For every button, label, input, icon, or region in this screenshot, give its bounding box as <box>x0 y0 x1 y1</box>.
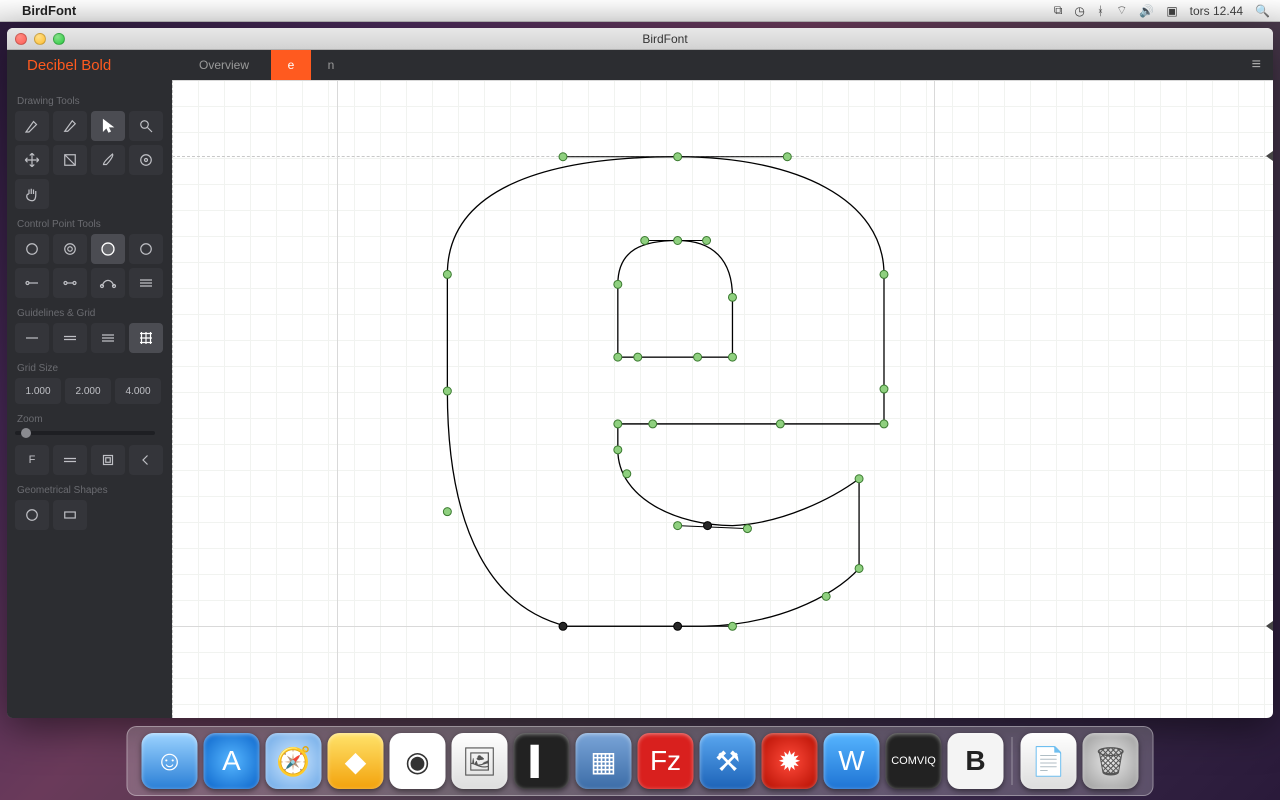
spotlight-icon[interactable]: 🔍 <box>1255 4 1270 18</box>
menubar-clock[interactable]: tors 12.44 <box>1190 4 1243 18</box>
dock-wifi[interactable]: COMVIQ <box>886 733 942 789</box>
tab-glyph-e[interactable]: e <box>271 50 311 80</box>
dock-mission[interactable]: ▦ <box>576 733 632 789</box>
dock-finder[interactable]: ☺ <box>142 733 198 789</box>
grid-size-2[interactable]: 2.000 <box>65 378 111 404</box>
hand-tool[interactable] <box>15 179 49 209</box>
handle-tool-d[interactable] <box>129 268 163 298</box>
window-titlebar[interactable]: BirdFont <box>7 28 1273 50</box>
hamburger-icon[interactable]: ≡ <box>1240 50 1273 80</box>
dock-shapes[interactable]: ◆ <box>328 733 384 789</box>
shape-rect[interactable] <box>53 500 87 530</box>
zoom-button[interactable] <box>53 33 65 45</box>
dock-birdfont[interactable]: B <box>948 733 1004 789</box>
minimize-button[interactable] <box>34 33 46 45</box>
node-mode-b[interactable] <box>53 234 87 264</box>
section-control-point-tools: Control Point Tools <box>17 219 164 230</box>
notification-icon[interactable]: ⧉ <box>1054 3 1063 18</box>
clock-icon[interactable]: ◷ <box>1074 4 1084 18</box>
node-mode-d[interactable] <box>129 234 163 264</box>
grid-toggle[interactable] <box>129 323 163 353</box>
zoom-tool-d[interactable] <box>129 445 163 475</box>
shape-circle[interactable] <box>15 500 49 530</box>
close-button[interactable] <box>15 33 27 45</box>
guide-tool-b[interactable] <box>53 323 87 353</box>
zoom-tool-c[interactable] <box>91 445 125 475</box>
tools-sidebar: Drawing Tools Control Point Tools <box>7 80 172 718</box>
dock-safari[interactable]: 🧭 <box>266 733 322 789</box>
wifi-icon[interactable]: ⌔ <box>1116 3 1127 18</box>
dock-terminal[interactable]: ▍ <box>514 733 570 789</box>
tab-glyph-n[interactable]: n <box>311 50 351 80</box>
move-tool[interactable] <box>15 145 49 175</box>
handle-tool-c[interactable] <box>91 268 125 298</box>
grid-size-1[interactable]: 1.000 <box>15 378 61 404</box>
battery-icon[interactable]: ▣ <box>1166 4 1177 18</box>
window-controls <box>15 33 65 45</box>
app-body: Decibel Bold Overview e n ≡ Drawing Tool… <box>7 50 1273 718</box>
dock-star[interactable]: ✹ <box>762 733 818 789</box>
macos-menubar: BirdFont ⧉ ◷ ᚼ ⌔ 🔊 ▣ tors 12.44 🔍 <box>0 0 1280 22</box>
pen-tool[interactable] <box>15 111 49 141</box>
section-zoom: Zoom <box>17 414 164 425</box>
dock-filezilla[interactable]: Fz <box>638 733 694 789</box>
dock-trash[interactable]: 🗑 <box>1083 733 1139 789</box>
menubar-app-name[interactable]: BirdFont <box>22 3 76 18</box>
zoom-slider[interactable] <box>15 431 155 435</box>
node-mode-a[interactable] <box>15 234 49 264</box>
handle-tool-b[interactable] <box>53 268 87 298</box>
grid-size-4[interactable]: 4.000 <box>115 378 161 404</box>
bluetooth-icon[interactable]: ᚼ <box>1097 4 1104 18</box>
node-mode-c[interactable] <box>91 234 125 264</box>
zoom-tool-b[interactable] <box>53 445 87 475</box>
section-grid-size: Grid Size <box>17 363 164 374</box>
tab-overview[interactable]: Overview <box>177 50 271 80</box>
app-window: BirdFont Decibel Bold Overview e n ≡ Dra… <box>7 28 1273 718</box>
font-name-label: Decibel Bold <box>7 50 177 80</box>
glyph-outline[interactable] <box>172 80 1273 718</box>
section-guidelines: Guidelines & Grid <box>17 308 164 319</box>
brush-tool[interactable] <box>91 145 125 175</box>
window-title: BirdFont <box>65 32 1265 46</box>
menubar-status: ⧉ ◷ ᚼ ⌔ 🔊 ▣ tors 12.44 🔍 <box>1054 3 1270 18</box>
dock-chrome[interactable]: ◉ <box>390 733 446 789</box>
glyph-canvas[interactable] <box>172 80 1273 718</box>
guide-tool-c[interactable] <box>91 323 125 353</box>
macos-dock: ☺ A 🧭 ◆ ◉ 🖼 ▍ ▦ Fz ⚒ ✹ W COMVIQ B 📄 🗑 <box>127 726 1154 796</box>
guide-tool-a[interactable] <box>15 323 49 353</box>
dock-photos[interactable]: 🖼 <box>452 733 508 789</box>
dock-textedit[interactable]: 📄 <box>1021 733 1077 789</box>
resize-tool[interactable] <box>53 145 87 175</box>
section-drawing-tools: Drawing Tools <box>17 96 164 107</box>
section-shapes: Geometrical Shapes <box>17 485 164 496</box>
tab-bar: Decibel Bold Overview e n ≡ <box>7 50 1273 80</box>
work-area: Drawing Tools Control Point Tools <box>7 80 1273 718</box>
zoom-tool[interactable] <box>129 111 163 141</box>
zoom-fit[interactable]: F <box>15 445 49 475</box>
dock-appstore[interactable]: A <box>204 733 260 789</box>
dock-xcode[interactable]: ⚒ <box>700 733 756 789</box>
handle-tool-a[interactable] <box>15 268 49 298</box>
volume-icon[interactable]: 🔊 <box>1139 4 1154 18</box>
dock-word[interactable]: W <box>824 733 880 789</box>
dock-separator <box>1012 737 1013 785</box>
target-tool[interactable] <box>129 145 163 175</box>
pencil-tool[interactable] <box>53 111 87 141</box>
pointer-tool[interactable] <box>91 111 125 141</box>
